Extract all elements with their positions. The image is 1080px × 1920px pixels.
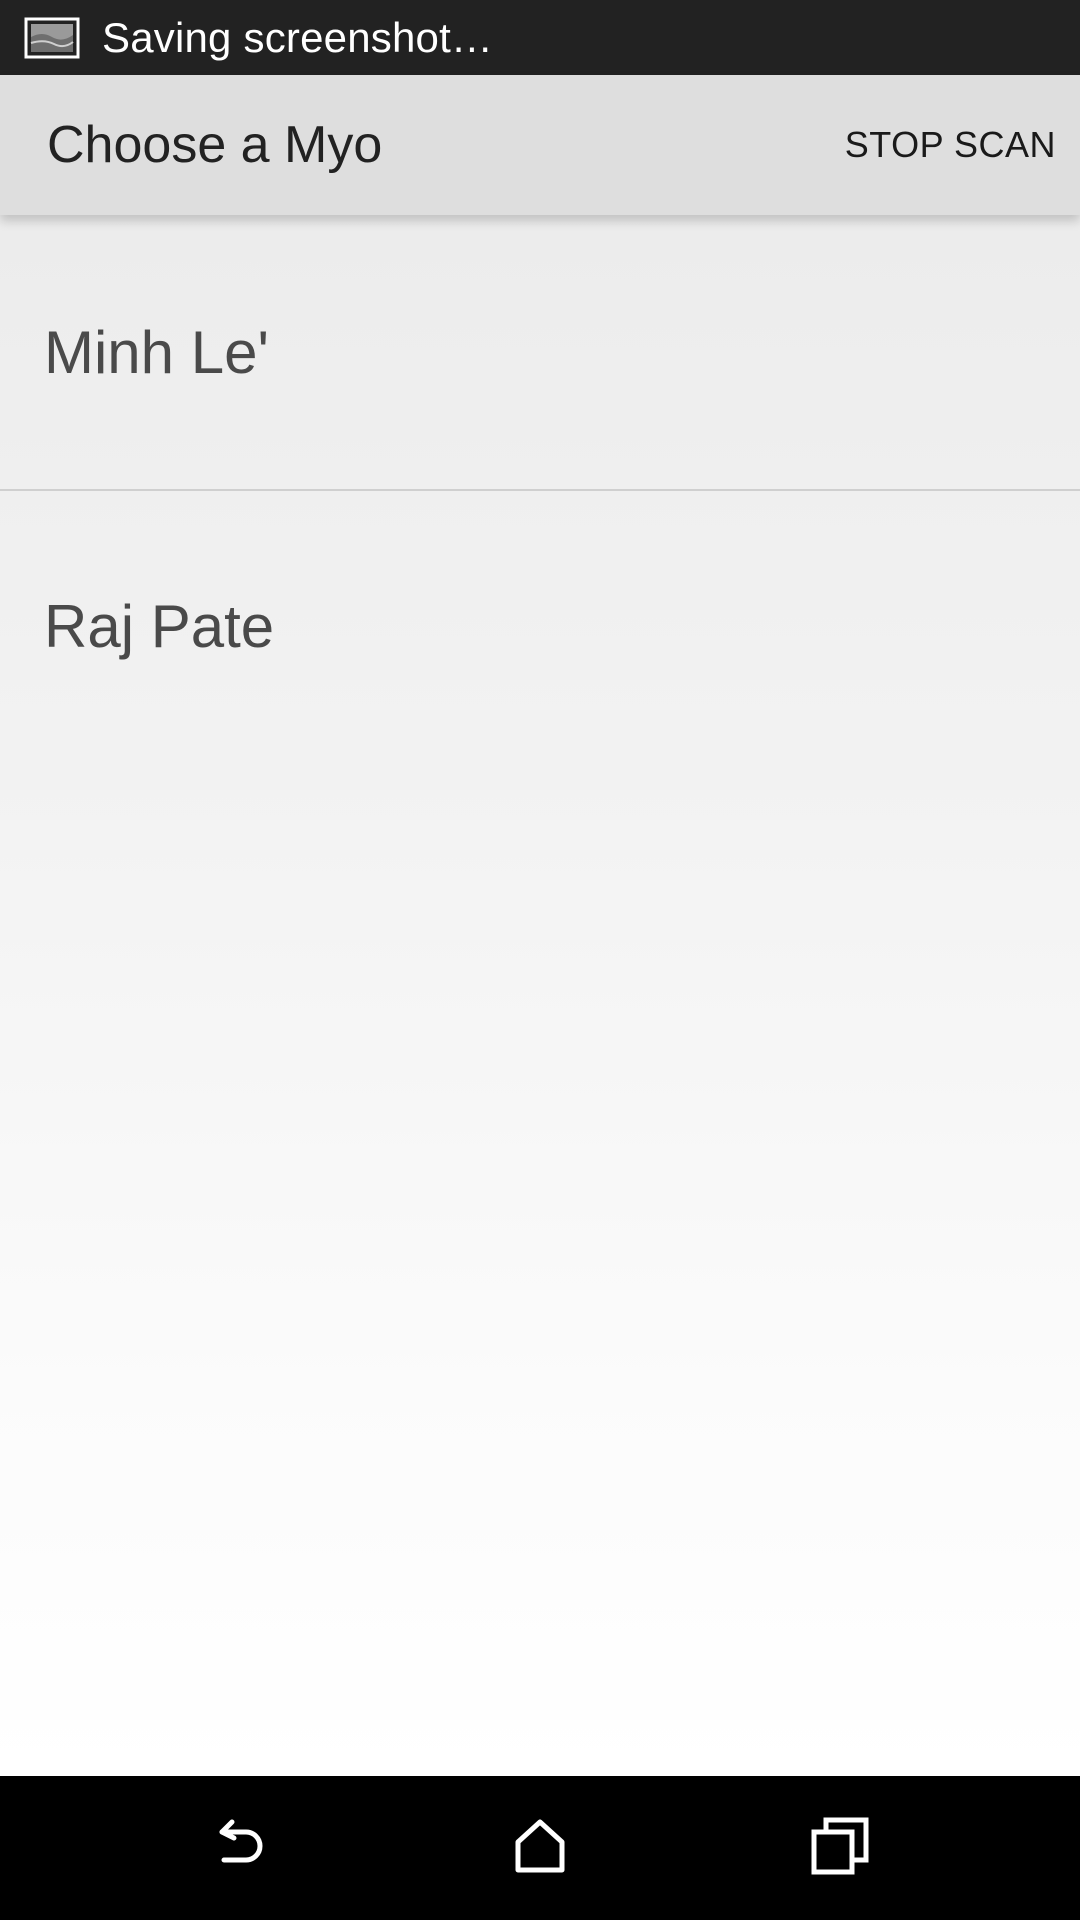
home-button[interactable]: [490, 1798, 590, 1898]
screenshot-icon: [24, 17, 80, 59]
stop-scan-button[interactable]: STOP SCAN: [845, 112, 1056, 178]
home-icon: [508, 1814, 572, 1883]
device-label: Minh Le': [44, 318, 269, 386]
back-button[interactable]: [190, 1798, 290, 1898]
back-icon: [208, 1814, 272, 1883]
list-item[interactable]: Raj Pate: [0, 491, 1080, 761]
device-label: Raj Pate: [44, 592, 275, 660]
recents-button[interactable]: [790, 1798, 890, 1898]
device-list: Minh Le' Raj Pate: [0, 215, 1080, 1776]
navigation-bar: [0, 1776, 1080, 1920]
status-bar: Saving screenshot…: [0, 0, 1080, 75]
list-item[interactable]: Minh Le': [0, 215, 1080, 491]
recents-icon: [808, 1814, 872, 1883]
page-title: Choose a Myo: [47, 116, 383, 174]
app-bar: Choose a Myo STOP SCAN: [0, 75, 1080, 215]
status-text: Saving screenshot…: [102, 13, 494, 61]
